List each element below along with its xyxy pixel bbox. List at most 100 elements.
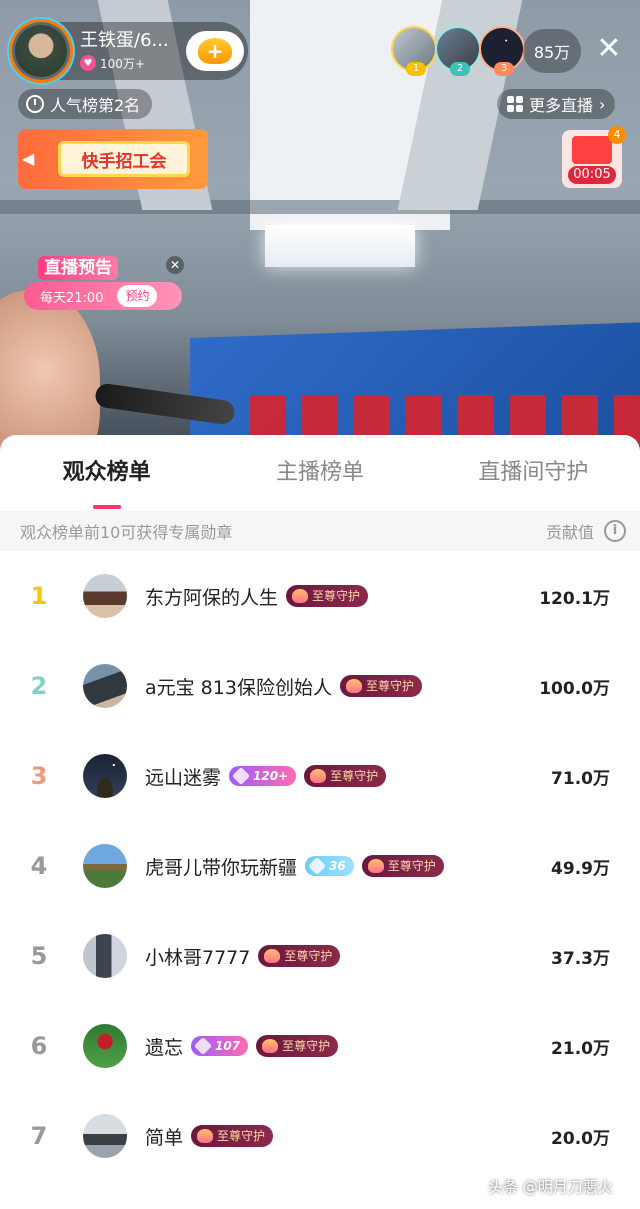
avatar[interactable]: [83, 574, 127, 618]
rank-number: 6: [30, 1032, 48, 1060]
guard-badge: 至尊守护: [361, 855, 444, 877]
preview-body: 每天21:00 预约: [24, 282, 182, 310]
tab-room-guardian[interactable]: 直播间守护: [427, 435, 640, 511]
ranking-row[interactable]: 7 简单 至尊守护 20.0万: [0, 1091, 640, 1181]
user-name: 遗忘: [145, 1036, 184, 1059]
level-badge: 120+: [229, 766, 297, 786]
guard-badge: 至尊守护: [258, 945, 341, 967]
rank-number: 4: [30, 852, 48, 880]
avatar[interactable]: [83, 1024, 127, 1068]
contribution-header: 贡献值 i: [546, 519, 626, 543]
host-likes-count: 100万+: [100, 56, 145, 71]
live-preview-card[interactable]: 直播预告 ✕ 每天21:00 预约: [24, 256, 184, 310]
top-viewer-avatar-1[interactable]: 1: [391, 26, 437, 76]
ceiling-light: [265, 225, 415, 267]
avatar[interactable]: [83, 934, 127, 978]
level-badge: 107: [191, 1036, 249, 1056]
contribution-label: 贡献值: [545, 523, 594, 542]
host-avatar[interactable]: [12, 22, 70, 80]
popularity-rank-label: 人气榜第2名: [50, 96, 141, 115]
popularity-rank-pill[interactable]: 人气榜第2名: [18, 89, 153, 119]
chevron-right-icon: ›: [599, 94, 606, 114]
ranking-tabs: 观众榜单 主播榜单 直播间守护: [0, 435, 640, 511]
avatar[interactable]: [83, 754, 127, 798]
top-viewer-avatar-3[interactable]: 3: [479, 26, 525, 76]
top-viewer-rank: 3: [494, 62, 514, 76]
name-line: 远山迷雾 120+ 至尊守护: [145, 763, 387, 790]
avatar[interactable]: [83, 1114, 127, 1158]
tab-audience-ranking[interactable]: 观众榜单: [0, 435, 213, 511]
guard-badge: 至尊守护: [339, 675, 422, 697]
ranking-hint: 观众榜单前10可获得专属勋章: [20, 523, 233, 542]
preview-close-icon[interactable]: ✕: [166, 256, 184, 274]
ranking-list: 1 东方阿保的人生 至尊守护 120.1万 2 a元宝 813保险创始人 至尊守…: [0, 551, 640, 1181]
name-line: 东方阿保的人生 至尊守护: [145, 583, 369, 610]
viewer-count[interactable]: 85万: [523, 29, 581, 73]
avatar[interactable]: [83, 844, 127, 888]
preview-title: 直播预告: [38, 256, 118, 280]
contribution-value: 21.0万: [551, 1038, 610, 1059]
ranking-sheet: 观众榜单 主播榜单 直播间守护 观众榜单前10可获得专属勋章 贡献值 i 1 东…: [0, 435, 640, 1209]
heart-icon: ♥: [80, 55, 96, 71]
ranking-row[interactable]: 5 小林哥7777 至尊守护 37.3万: [0, 911, 640, 1001]
user-name: 小林哥7777: [145, 946, 251, 969]
contribution-value: 100.0万: [539, 678, 610, 699]
follow-heart-icon: +: [198, 38, 232, 64]
follow-button[interactable]: +: [186, 31, 244, 71]
union-banner-label: 快手招工会: [58, 141, 190, 177]
guard-badge: 至尊守护: [304, 765, 387, 787]
name-line: a元宝 813保险创始人 至尊守护: [145, 673, 422, 700]
contribution-value: 20.0万: [551, 1128, 610, 1149]
host-likes: ♥ 100万+: [80, 55, 169, 72]
rank-number: 2: [30, 672, 48, 700]
tab-host-ranking[interactable]: 主播榜单: [213, 435, 426, 511]
user-name: a元宝 813保险创始人: [145, 676, 332, 699]
ranking-row[interactable]: 3 远山迷雾 120+ 至尊守护 71.0万: [0, 731, 640, 821]
rank-number: 7: [30, 1122, 48, 1150]
watermark: 头条 @明月刀悪火: [488, 1178, 613, 1196]
user-name: 简单: [145, 1126, 184, 1149]
red-packet-timer: 00:05: [568, 166, 616, 184]
ranking-row[interactable]: 4 虎哥儿带你玩新疆 36 至尊守护 49.9万: [0, 821, 640, 911]
red-packet-icon: [572, 136, 612, 164]
reserve-button[interactable]: 预约: [117, 285, 158, 307]
ranking-subheader: 观众榜单前10可获得专属勋章 贡献值 i: [0, 511, 640, 551]
ceiling-beam: [0, 200, 640, 214]
info-icon[interactable]: i: [604, 520, 626, 542]
clock-icon: [26, 95, 44, 113]
level-badge: 36: [305, 856, 354, 876]
ranking-row[interactable]: 2 a元宝 813保险创始人 至尊守护 100.0万: [0, 641, 640, 731]
union-banner[interactable]: ◀ 快手招工会: [18, 129, 208, 189]
host-info: 王铁蛋/6... ♥ 100万+: [80, 29, 169, 72]
host-info-pill[interactable]: 王铁蛋/6... ♥ 100万+ +: [12, 22, 248, 80]
contribution-value: 49.9万: [551, 858, 610, 879]
ranking-row[interactable]: 6 遗忘 107 至尊守护 21.0万: [0, 1001, 640, 1091]
avatar[interactable]: [83, 664, 127, 708]
contribution-value: 71.0万: [551, 768, 610, 789]
red-packet-widget[interactable]: 00:05 4: [562, 126, 626, 188]
active-tab-indicator: [93, 505, 121, 509]
grid-icon: [507, 96, 523, 112]
top-viewer-avatar-2[interactable]: 2: [435, 26, 481, 76]
top-viewers: 1 2 3: [391, 26, 525, 76]
contribution-value: 120.1万: [539, 588, 610, 609]
top-viewer-rank: 2: [450, 62, 470, 76]
name-line: 遗忘 107 至尊守护: [145, 1033, 339, 1060]
name-line: 虎哥儿带你玩新疆 36 至尊守护: [145, 853, 444, 880]
more-live-label: 更多直播: [529, 96, 594, 115]
name-line: 小林哥7777 至尊守护: [145, 943, 341, 970]
guard-badge: 至尊守护: [256, 1035, 339, 1057]
rank-number: 5: [30, 942, 48, 970]
guard-badge: 至尊守护: [191, 1125, 274, 1147]
ranking-row[interactable]: 1 东方阿保的人生 至尊守护 120.1万: [0, 551, 640, 641]
user-name: 东方阿保的人生: [145, 586, 279, 609]
host-name: 王铁蛋/6...: [80, 29, 169, 51]
chevron-left-icon: ◀: [22, 149, 35, 168]
close-icon[interactable]: ✕: [594, 34, 624, 64]
contribution-value: 37.3万: [551, 948, 610, 969]
more-live-button[interactable]: 更多直播 ›: [497, 89, 616, 119]
preview-time: 每天21:00: [40, 290, 104, 306]
top-viewer-rank: 1: [406, 62, 426, 76]
rank-number: 1: [30, 582, 48, 610]
guard-badge: 至尊守护: [286, 585, 369, 607]
